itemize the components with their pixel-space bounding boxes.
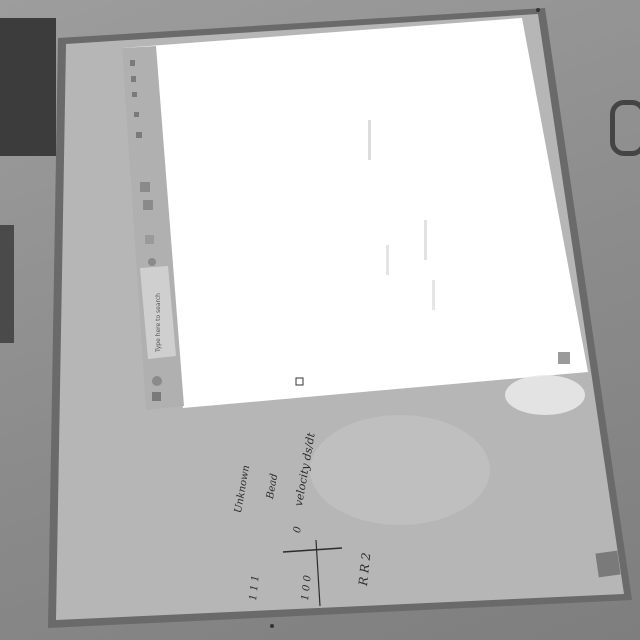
taskbar-search-text: Type here to search	[155, 293, 162, 352]
window-text-mark	[432, 280, 435, 310]
start-button-icon	[152, 376, 162, 386]
tray-icon	[132, 92, 137, 97]
taskbar-icon	[148, 258, 156, 266]
window-text-mark	[368, 120, 371, 160]
tray-icon	[130, 60, 135, 66]
whiteboard: Type here to search velocity ds/dt R R 2…	[0, 0, 640, 640]
glare	[310, 415, 490, 525]
whiteboard-drawing	[48, 8, 632, 628]
photo-scene: Type here to search velocity ds/dt R R 2…	[0, 0, 640, 640]
corner-icon	[558, 352, 570, 364]
tray-icon	[136, 132, 142, 138]
window-text-mark	[424, 220, 427, 260]
window-text-mark	[386, 245, 389, 275]
taskbar-icon	[143, 200, 153, 210]
pin	[270, 624, 274, 628]
taskbar-icon	[145, 235, 154, 244]
eraser	[595, 550, 621, 578]
pin	[536, 8, 540, 12]
tray-icon	[134, 112, 139, 117]
projected-screen	[122, 18, 588, 408]
taskbar-icon	[140, 182, 150, 192]
glare	[505, 375, 585, 415]
tray-icon	[131, 76, 136, 82]
windows-logo-icon	[152, 392, 161, 401]
